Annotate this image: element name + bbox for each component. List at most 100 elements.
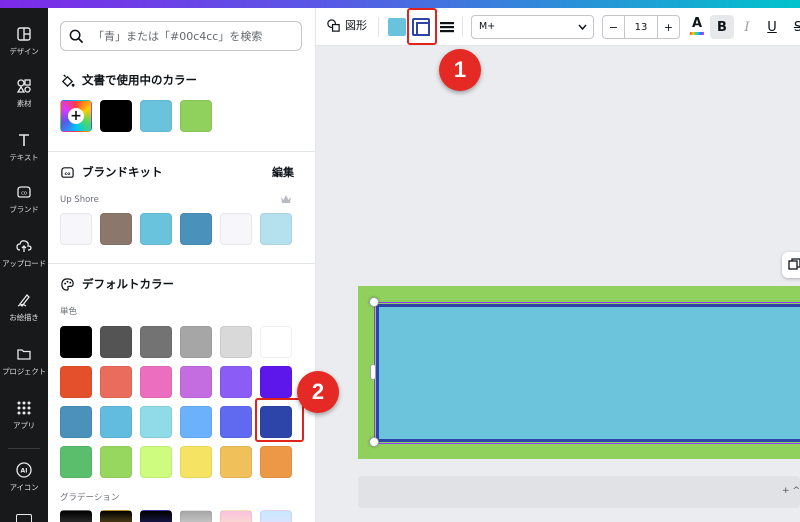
rail-label-draw: お絵描き: [9, 313, 39, 322]
default-color-swatch[interactable]: [60, 326, 92, 358]
notes-bar[interactable]: + ^: [358, 476, 800, 508]
rail-label-projects: プロジェクト: [2, 367, 46, 376]
shape-button[interactable]: 図形: [326, 17, 367, 33]
gradient-swatch[interactable]: [260, 510, 292, 522]
brand-color-swatch[interactable]: [220, 213, 252, 245]
rail-item-projects[interactable]: プロジェクト: [0, 342, 48, 388]
floating-copy-button[interactable]: [782, 252, 800, 278]
callout-badge-2: 2: [297, 371, 339, 413]
default-color-swatch[interactable]: [100, 366, 132, 398]
brand-color-swatch[interactable]: [100, 213, 132, 245]
svg-text:co: co: [21, 191, 27, 197]
default-color-swatch[interactable]: [220, 366, 252, 398]
brand-color-swatch[interactable]: [60, 213, 92, 245]
color-search-input[interactable]: 「青」または「#00c4cc」を検索: [60, 21, 302, 51]
italic-button[interactable]: I: [735, 15, 759, 39]
search-icon: [69, 29, 84, 43]
rail-item-text[interactable]: テキスト: [0, 128, 48, 174]
default-color-swatch[interactable]: [140, 406, 172, 438]
doc-color-swatch[interactable]: [140, 100, 172, 132]
svg-text:AI: AI: [21, 468, 28, 475]
rail-label-elements: 素材: [16, 99, 32, 108]
default-color-swatch[interactable]: [100, 446, 132, 478]
gradient-swatch[interactable]: [220, 510, 252, 522]
brand-kit-name: Up Shore: [60, 195, 99, 205]
doc-color-swatch[interactable]: [180, 100, 212, 132]
toolbar-divider: [378, 17, 379, 37]
rail-item-design[interactable]: デザイン: [0, 22, 48, 68]
rail-more-folder-icon[interactable]: [16, 514, 32, 522]
default-color-swatch[interactable]: [180, 366, 212, 398]
default-color-swatch[interactable]: [220, 326, 252, 358]
default-color-swatch[interactable]: [140, 366, 172, 398]
default-color-swatch[interactable]: [100, 406, 132, 438]
font-family-select[interactable]: M+: [471, 15, 594, 39]
upload-cloud-icon: [16, 240, 32, 252]
resize-handle-left[interactable]: [370, 364, 376, 380]
search-placeholder: 「青」または「#00c4cc」を検索: [93, 30, 263, 43]
brand-kit-edit-link[interactable]: 編集: [272, 164, 294, 180]
resize-handle-top-left[interactable]: [369, 297, 379, 307]
brand-kit-icon: co: [61, 166, 74, 178]
rail-label-text: テキスト: [9, 153, 39, 162]
highlight-border-color: [407, 8, 437, 45]
chevron-down-icon: [578, 24, 587, 31]
default-color-swatch[interactable]: [260, 326, 292, 358]
default-color-swatch[interactable]: [260, 366, 292, 398]
rail-label-aicon: アイコン: [9, 483, 39, 492]
font-size-increase-button[interactable]: +: [657, 16, 679, 38]
default-color-swatch[interactable]: [260, 446, 292, 478]
text-icon: [19, 134, 29, 146]
gradient-swatch[interactable]: [100, 510, 132, 522]
brand-color-swatch[interactable]: [180, 213, 212, 245]
rail-item-draw[interactable]: お絵描き: [0, 288, 48, 334]
rail-label-brand: ブランド: [9, 205, 39, 214]
text-color-glyph: A: [691, 16, 703, 31]
default-color-swatch[interactable]: [180, 446, 212, 478]
rail-divider: [8, 448, 40, 449]
bold-button[interactable]: B: [710, 15, 734, 39]
brand-color-swatch[interactable]: [140, 213, 172, 245]
text-color-button[interactable]: A: [688, 16, 706, 38]
fill-color-button[interactable]: [388, 18, 406, 36]
default-color-swatch[interactable]: [60, 406, 92, 438]
strikethrough-button[interactable]: S: [786, 15, 800, 39]
rail-label-apps: アプリ: [13, 421, 35, 430]
font-size-decrease-button[interactable]: −: [603, 16, 625, 38]
rail-item-upload[interactable]: アップロード: [0, 234, 48, 280]
aicon-icon: AI: [16, 462, 32, 478]
rail-label-design: デザイン: [9, 47, 39, 56]
default-color-swatch[interactable]: [100, 326, 132, 358]
rainbow-bar-icon: [690, 32, 704, 35]
rail-item-aicon[interactable]: AI アイコン: [0, 458, 48, 504]
default-color-swatch[interactable]: [60, 366, 92, 398]
gradient-swatch[interactable]: [140, 510, 172, 522]
resize-handle-bottom-left[interactable]: [369, 437, 379, 447]
font-family-value: M+: [479, 21, 496, 32]
shapes-icon: [327, 18, 340, 32]
font-size-value[interactable]: 13: [625, 16, 657, 38]
highlight-navy-swatch: [255, 398, 304, 442]
default-color-swatch[interactable]: [220, 446, 252, 478]
doc-colors-title: 文書で使用中のカラー: [82, 73, 197, 87]
add-color-button[interactable]: +: [60, 100, 92, 132]
toolbar-divider: [462, 17, 463, 37]
underline-button[interactable]: U: [760, 15, 784, 39]
svg-text:co: co: [65, 171, 72, 176]
default-color-swatch[interactable]: [140, 446, 172, 478]
brand-color-swatch[interactable]: [260, 213, 292, 245]
default-color-swatch[interactable]: [60, 446, 92, 478]
border-style-icon[interactable]: [440, 20, 454, 34]
default-color-swatch[interactable]: [180, 326, 212, 358]
rail-item-apps[interactable]: アプリ: [0, 396, 48, 442]
rail-item-brand[interactable]: co ブランド: [0, 180, 48, 226]
gradient-swatch[interactable]: [60, 510, 92, 522]
default-color-swatch[interactable]: [140, 326, 172, 358]
default-color-swatch[interactable]: [180, 406, 212, 438]
folder-icon: [17, 349, 31, 360]
rail-item-elements[interactable]: 素材: [0, 74, 48, 120]
default-color-swatch[interactable]: [220, 406, 252, 438]
gradient-swatch[interactable]: [180, 510, 212, 522]
design-canvas[interactable]: + ^: [316, 46, 800, 522]
doc-color-swatch[interactable]: [100, 100, 132, 132]
